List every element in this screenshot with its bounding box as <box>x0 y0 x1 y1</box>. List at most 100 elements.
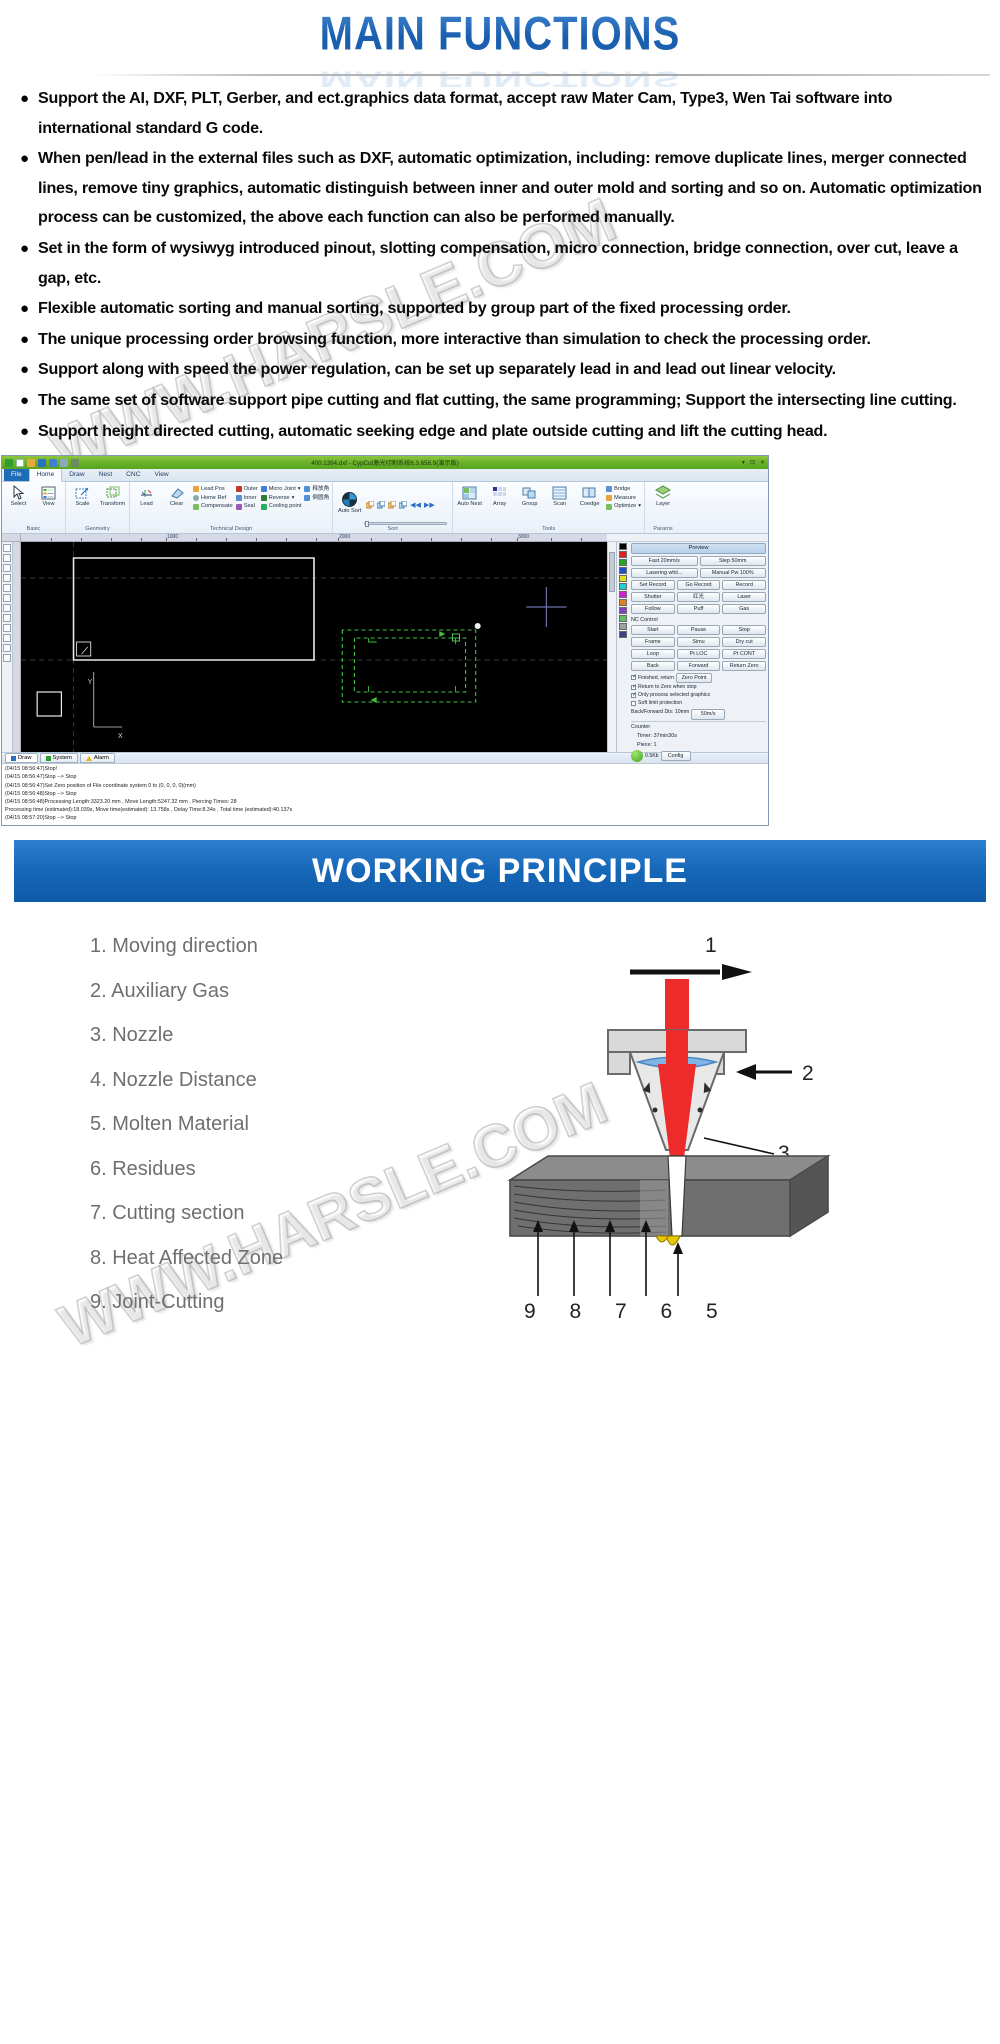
soft-limit-checkbox[interactable]: Soft limit protection <box>631 699 766 707</box>
pause-button[interactable]: Pause <box>676 624 721 636</box>
pt-loc-button[interactable]: Pt LOC <box>676 648 721 660</box>
tool-rect-icon[interactable] <box>3 574 11 583</box>
chevron-down-icon[interactable]: ▾ <box>298 485 301 494</box>
bottom-status-row[interactable]: 0.5Kb Config <box>631 750 766 763</box>
cooling-point-item[interactable]: Cooling point <box>260 502 301 511</box>
view-button[interactable]: View <box>35 484 62 508</box>
manual-power-field[interactable]: Manual Pw 100% <box>699 567 766 579</box>
simu-button[interactable]: Simu <box>676 636 721 648</box>
device-row-2[interactable]: Follow Puff Gas <box>631 603 767 615</box>
layer-swatch[interactable] <box>619 623 627 631</box>
transform-button[interactable]: Transform <box>99 484 126 508</box>
ribbon-toolbar[interactable]: Select View Basic Scale Transform Geomet… <box>2 482 768 535</box>
sort-slider-thumb[interactable] <box>365 521 370 528</box>
go-record-button[interactable]: Go Record <box>676 579 721 591</box>
tool-offset-icon[interactable] <box>3 644 11 653</box>
layer-swatch[interactable] <box>619 599 627 607</box>
scale-button[interactable]: Scale <box>69 484 96 508</box>
shutter-button[interactable]: Shutter <box>631 591 675 603</box>
checkbox-icon[interactable] <box>631 700 636 706</box>
only-selected-checkbox[interactable]: Only process selected graphics <box>631 691 766 699</box>
technical-small-col-3[interactable]: Micro Joint ▾ Reverse ▾ Cooling point <box>260 484 302 511</box>
tool-polyline-icon[interactable] <box>3 564 11 573</box>
tab-alarm-bottom[interactable]: Alarm <box>79 753 115 764</box>
sort-mini-icons[interactable]: ◀◀ ▶▶ <box>366 498 435 509</box>
compensate-item[interactable]: Compensate <box>193 502 233 511</box>
tab-cnc[interactable]: CNC <box>119 468 147 481</box>
technical-small-col-4[interactable]: 释放角 倒圆角 <box>304 484 329 502</box>
tool-mirror-icon[interactable] <box>3 634 11 643</box>
puff-button[interactable]: Puff <box>676 603 721 615</box>
checkbox-icon[interactable] <box>631 683 637 691</box>
control-panel[interactable]: Preview Fast 20mm/s Step 50mm Lasering w… <box>616 542 768 763</box>
forward-button[interactable]: Forward <box>676 660 721 672</box>
window-buttons[interactable]: ▾ ⊡ ✕ <box>742 459 765 466</box>
sort-next-icon[interactable]: ▶▶ <box>424 501 435 509</box>
left-toolbar[interactable] <box>2 542 13 753</box>
speed-row-1[interactable]: Fast 20mm/s Step 50mm <box>631 555 766 567</box>
lasering-while-field[interactable]: Lasering whil... <box>631 567 698 579</box>
record-row[interactable]: Set Record Go Record Record <box>631 579 767 591</box>
layer-swatch[interactable] <box>619 583 627 591</box>
group-button[interactable]: Group <box>516 484 543 508</box>
home-ref-item[interactable]: Home Ref <box>193 494 233 503</box>
close-icon[interactable]: ✕ <box>760 459 765 466</box>
red-light-button[interactable]: 红光 <box>676 591 721 603</box>
coedge-button[interactable]: Coedge <box>576 484 603 508</box>
tab-draw[interactable]: Draw <box>62 468 91 481</box>
back-button[interactable]: Back <box>631 660 675 672</box>
canvas-vertical-scrollbar[interactable] <box>607 542 616 753</box>
loop-button[interactable]: Loop <box>631 648 675 660</box>
finished-return-checkbox[interactable]: Finished, return Zero Point <box>631 672 766 684</box>
fast-speed-field[interactable]: Fast 20mm/s <box>631 555 698 567</box>
drawing-canvas[interactable]: Y X <box>21 542 607 753</box>
sort-prev-icon[interactable]: ◀◀ <box>410 501 421 509</box>
chevron-down-icon[interactable]: ▾ <box>292 494 295 503</box>
record-button[interactable]: Record <box>722 579 767 591</box>
maximize-icon[interactable]: ⊡ <box>750 459 755 466</box>
laser-button[interactable]: Laser <box>722 591 767 603</box>
nc-row-4[interactable]: Back Forward Return Zero <box>631 660 767 672</box>
back-forward-speed-field[interactable]: 50m/s <box>691 709 726 720</box>
return-zero-stop-checkbox[interactable]: Return to Zero when stop <box>631 683 766 691</box>
layer-swatch[interactable] <box>619 575 627 583</box>
layer-swatch[interactable] <box>619 631 627 639</box>
gas-button[interactable]: Gas <box>722 603 767 615</box>
reverse-item[interactable]: Reverse ▾ <box>260 494 302 503</box>
dry-cut-button[interactable]: Dry cut <box>722 636 767 648</box>
layer-swatch[interactable] <box>619 591 627 599</box>
ribbon-tab-bar[interactable]: File Home Draw Nest CNC View <box>2 467 768 483</box>
layer-swatch[interactable] <box>619 551 627 559</box>
technical-small-col-1[interactable]: Lead Pos Home Ref Compensate <box>193 484 233 511</box>
clear-button[interactable]: Clear <box>163 484 190 508</box>
set-record-button[interactable]: Set Record <box>631 579 675 591</box>
auto-sort-button[interactable]: Auto Sort <box>336 491 363 515</box>
optimize-item[interactable]: Optimize ▾ <box>606 502 641 511</box>
step-field[interactable]: Step 50mm <box>699 555 766 567</box>
release-angle-item[interactable]: 释放角 <box>304 485 329 494</box>
tool-arc-icon[interactable] <box>3 594 11 603</box>
layer-button[interactable]: Layer <box>648 484 678 508</box>
start-button[interactable]: Start <box>631 624 675 636</box>
tab-file[interactable]: File <box>4 468 29 482</box>
tool-node-icon[interactable] <box>3 544 11 553</box>
tab-nest[interactable]: Nest <box>92 468 120 481</box>
return-zero-button[interactable]: Return Zero <box>722 660 767 672</box>
layer-swatch[interactable] <box>619 615 627 623</box>
lead-pos-item[interactable]: Lead Pos <box>193 485 233 494</box>
nc-row-3[interactable]: Loop Pt LOC Pt CONT <box>631 648 767 660</box>
tools-small-col[interactable]: Bridge Measure Optimize ▾ <box>606 484 641 511</box>
checkbox-icon[interactable] <box>631 673 637 681</box>
lead-button[interactable]: Lead <box>133 484 160 508</box>
stop-button[interactable]: Stop <box>722 624 767 636</box>
layer-color-column[interactable] <box>619 543 630 639</box>
zero-point-select[interactable]: Zero Point <box>676 672 713 684</box>
layer-swatch[interactable] <box>619 567 627 575</box>
nc-row-1[interactable]: Start Pause Stop <box>631 624 767 636</box>
speed-row-2[interactable]: Lasering whil... Manual Pw 100% <box>631 567 766 579</box>
technical-small-col-2[interactable]: Outer Inner Seal <box>235 484 258 511</box>
array-button[interactable]: Array <box>486 484 513 508</box>
scrollbar-thumb[interactable] <box>609 552 615 593</box>
tab-view[interactable]: View <box>147 468 175 481</box>
scan-button[interactable]: Scan <box>546 484 573 508</box>
